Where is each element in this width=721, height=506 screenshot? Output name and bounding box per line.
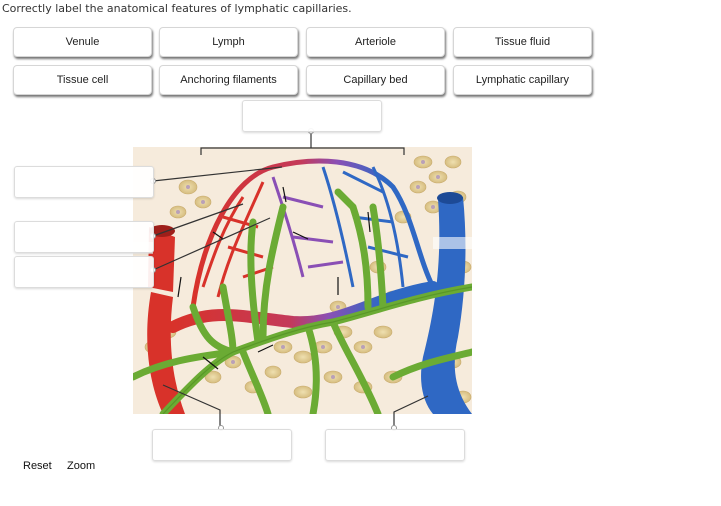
lymphatic-capillary-illustration [133,147,472,414]
drop-zone-left-3[interactable] [14,256,154,288]
zoom-button[interactable]: Zoom [67,460,95,472]
label-anchoring-filaments[interactable]: Anchoring filaments [159,65,298,95]
drop-zone-bottom-1[interactable] [152,429,292,461]
instructions-text: Correctly label the anatomical features … [2,2,352,15]
label-venule[interactable]: Venule [13,27,152,57]
label-tissue-fluid[interactable]: Tissue fluid [453,27,592,57]
label-tissue-cell[interactable]: Tissue cell [13,65,152,95]
reset-button[interactable]: Reset [23,460,52,472]
drop-zone-bottom-2[interactable] [325,429,465,461]
label-arteriole[interactable]: Arteriole [306,27,445,57]
drop-zone-left-2[interactable] [14,221,154,253]
drop-zone-left-1[interactable] [14,166,154,198]
label-lymphatic-capillary[interactable]: Lymphatic capillary [453,65,592,95]
label-capillary-bed[interactable]: Capillary bed [306,65,445,95]
label-lymph[interactable]: Lymph [159,27,298,57]
drop-zone-top[interactable] [242,100,382,132]
